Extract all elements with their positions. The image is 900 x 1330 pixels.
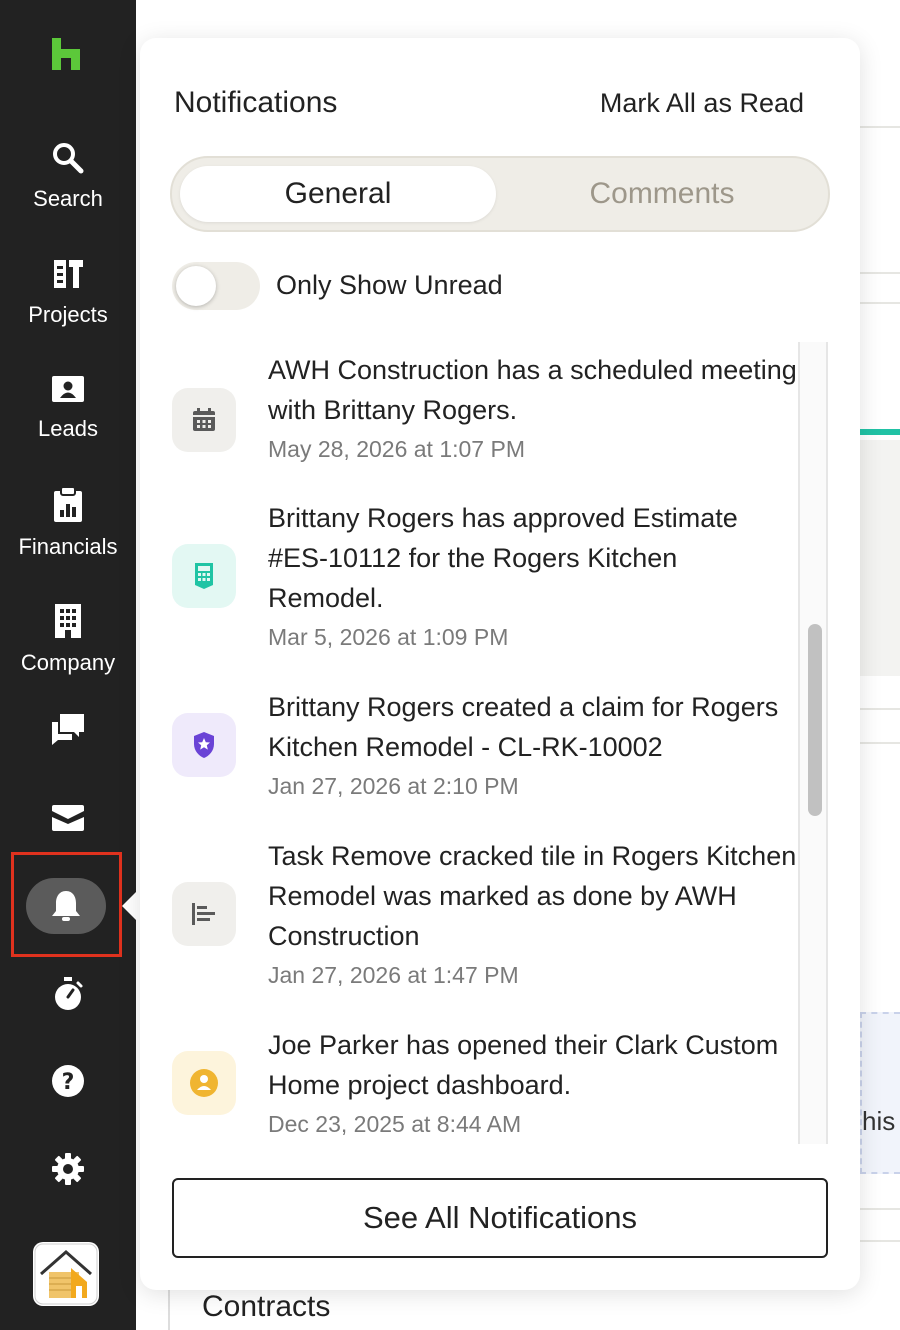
background-partial-text: his [862,1106,896,1136]
notification-icon-wrap [172,882,236,946]
background-divider [168,1290,170,1330]
toggle-knob [176,266,216,306]
sidebar-item-label: Company [20,650,116,675]
svg-text:?: ? [62,1070,75,1095]
notification-time: May 28, 2026 at 1:07 PM [268,436,525,462]
notification-icon-wrap [172,713,236,777]
sidebar-item-projects[interactable]: Projects [0,256,136,328]
contracts-heading: Contracts [202,1290,331,1323]
background-divider [860,742,900,744]
tab-general[interactable]: General [180,166,496,222]
background-progress-bar [860,429,900,435]
unread-toggle[interactable] [172,262,260,310]
notification-time: Mar 5, 2026 at 1:09 PM [268,624,509,650]
gear-icon [52,1153,84,1185]
selection-highlight [11,852,122,957]
sidebar-item-settings[interactable] [0,1152,136,1186]
help-icon: ? [52,1065,84,1097]
search-icon [53,143,84,174]
sidebar-item-leads[interactable]: Leads [0,374,136,442]
inbox-icon [52,805,84,831]
notification-time: Jan 27, 2026 at 2:10 PM [268,773,519,799]
timer-icon [55,977,83,1010]
sidebar-item-financials[interactable]: Financials [0,486,136,560]
notification-list[interactable]: AWH Construction has a scheduled meeting… [140,338,860,1144]
sidebar-item-label: Financials [18,534,118,559]
sidebar-item-help[interactable]: ? [0,1064,136,1098]
background-divider [860,126,900,128]
company-icon [55,604,81,638]
panel-title: Notifications [174,86,338,119]
shield-star-icon [194,732,214,758]
notification-message: AWH Construction has a scheduled meeting… [268,355,797,425]
sidebar-item-messages[interactable] [0,712,136,746]
background-divider [860,708,900,710]
projects-icon [54,260,83,288]
notification-icon-wrap [172,544,236,608]
background-divider [860,272,900,274]
sidebar-item-company[interactable]: Company [0,602,136,676]
calendar-icon [193,408,215,431]
notification-tabs: General Comments [170,156,830,232]
notification-icon-wrap [172,1051,236,1115]
sidebar-item-label: Leads [38,416,98,441]
see-all-notifications-button[interactable]: See All Notifications [172,1178,828,1258]
house-logo-icon [34,1243,98,1305]
task-icon [192,903,215,925]
company-avatar[interactable] [33,1242,99,1306]
notification-message: Brittany Rogers created a claim for Roge… [268,692,779,762]
background-divider [860,1240,900,1242]
messages-icon [52,714,84,745]
notification-message: Joe Parker has opened their Clark Custom… [268,1030,779,1100]
sidebar-item-inbox[interactable] [0,802,136,832]
calculator-icon [195,563,213,589]
tab-comments[interactable]: Comments [504,166,820,222]
sidebar-item-label: Search [33,186,103,211]
notifications-panel: Notifications Mark All as Read General C… [140,38,860,1290]
notification-message: Brittany Rogers has approved Estimate #E… [268,503,738,613]
financials-icon [54,486,82,522]
background-divider [860,1208,900,1210]
background-dropzone [860,1012,900,1174]
sidebar-item-label: Projects [28,302,108,327]
notification-time: Dec 23, 2025 at 8:44 AM [268,1111,522,1137]
houzz-logo-icon[interactable] [50,36,82,72]
notification-icon-wrap [172,388,236,452]
mark-all-read-button[interactable]: Mark All as Read [600,88,804,119]
notification-message: Task Remove cracked tile in Rogers Kitch… [268,841,797,951]
sidebar-item-timer[interactable] [0,976,136,1012]
background-divider [860,302,900,304]
notification-scrollbar[interactable] [798,342,828,1144]
unread-toggle-label: Only Show Unread [276,270,503,300]
sidebar: Search Projects Leads Financials Company… [0,0,136,1330]
client-icon [190,1069,218,1097]
notification-time: Jan 27, 2026 at 1:47 PM [268,962,519,988]
popover-caret [122,888,140,924]
leads-icon [52,376,84,402]
sidebar-item-search[interactable]: Search [0,140,136,212]
scrollbar-thumb[interactable] [808,624,822,816]
background-card [860,440,900,676]
